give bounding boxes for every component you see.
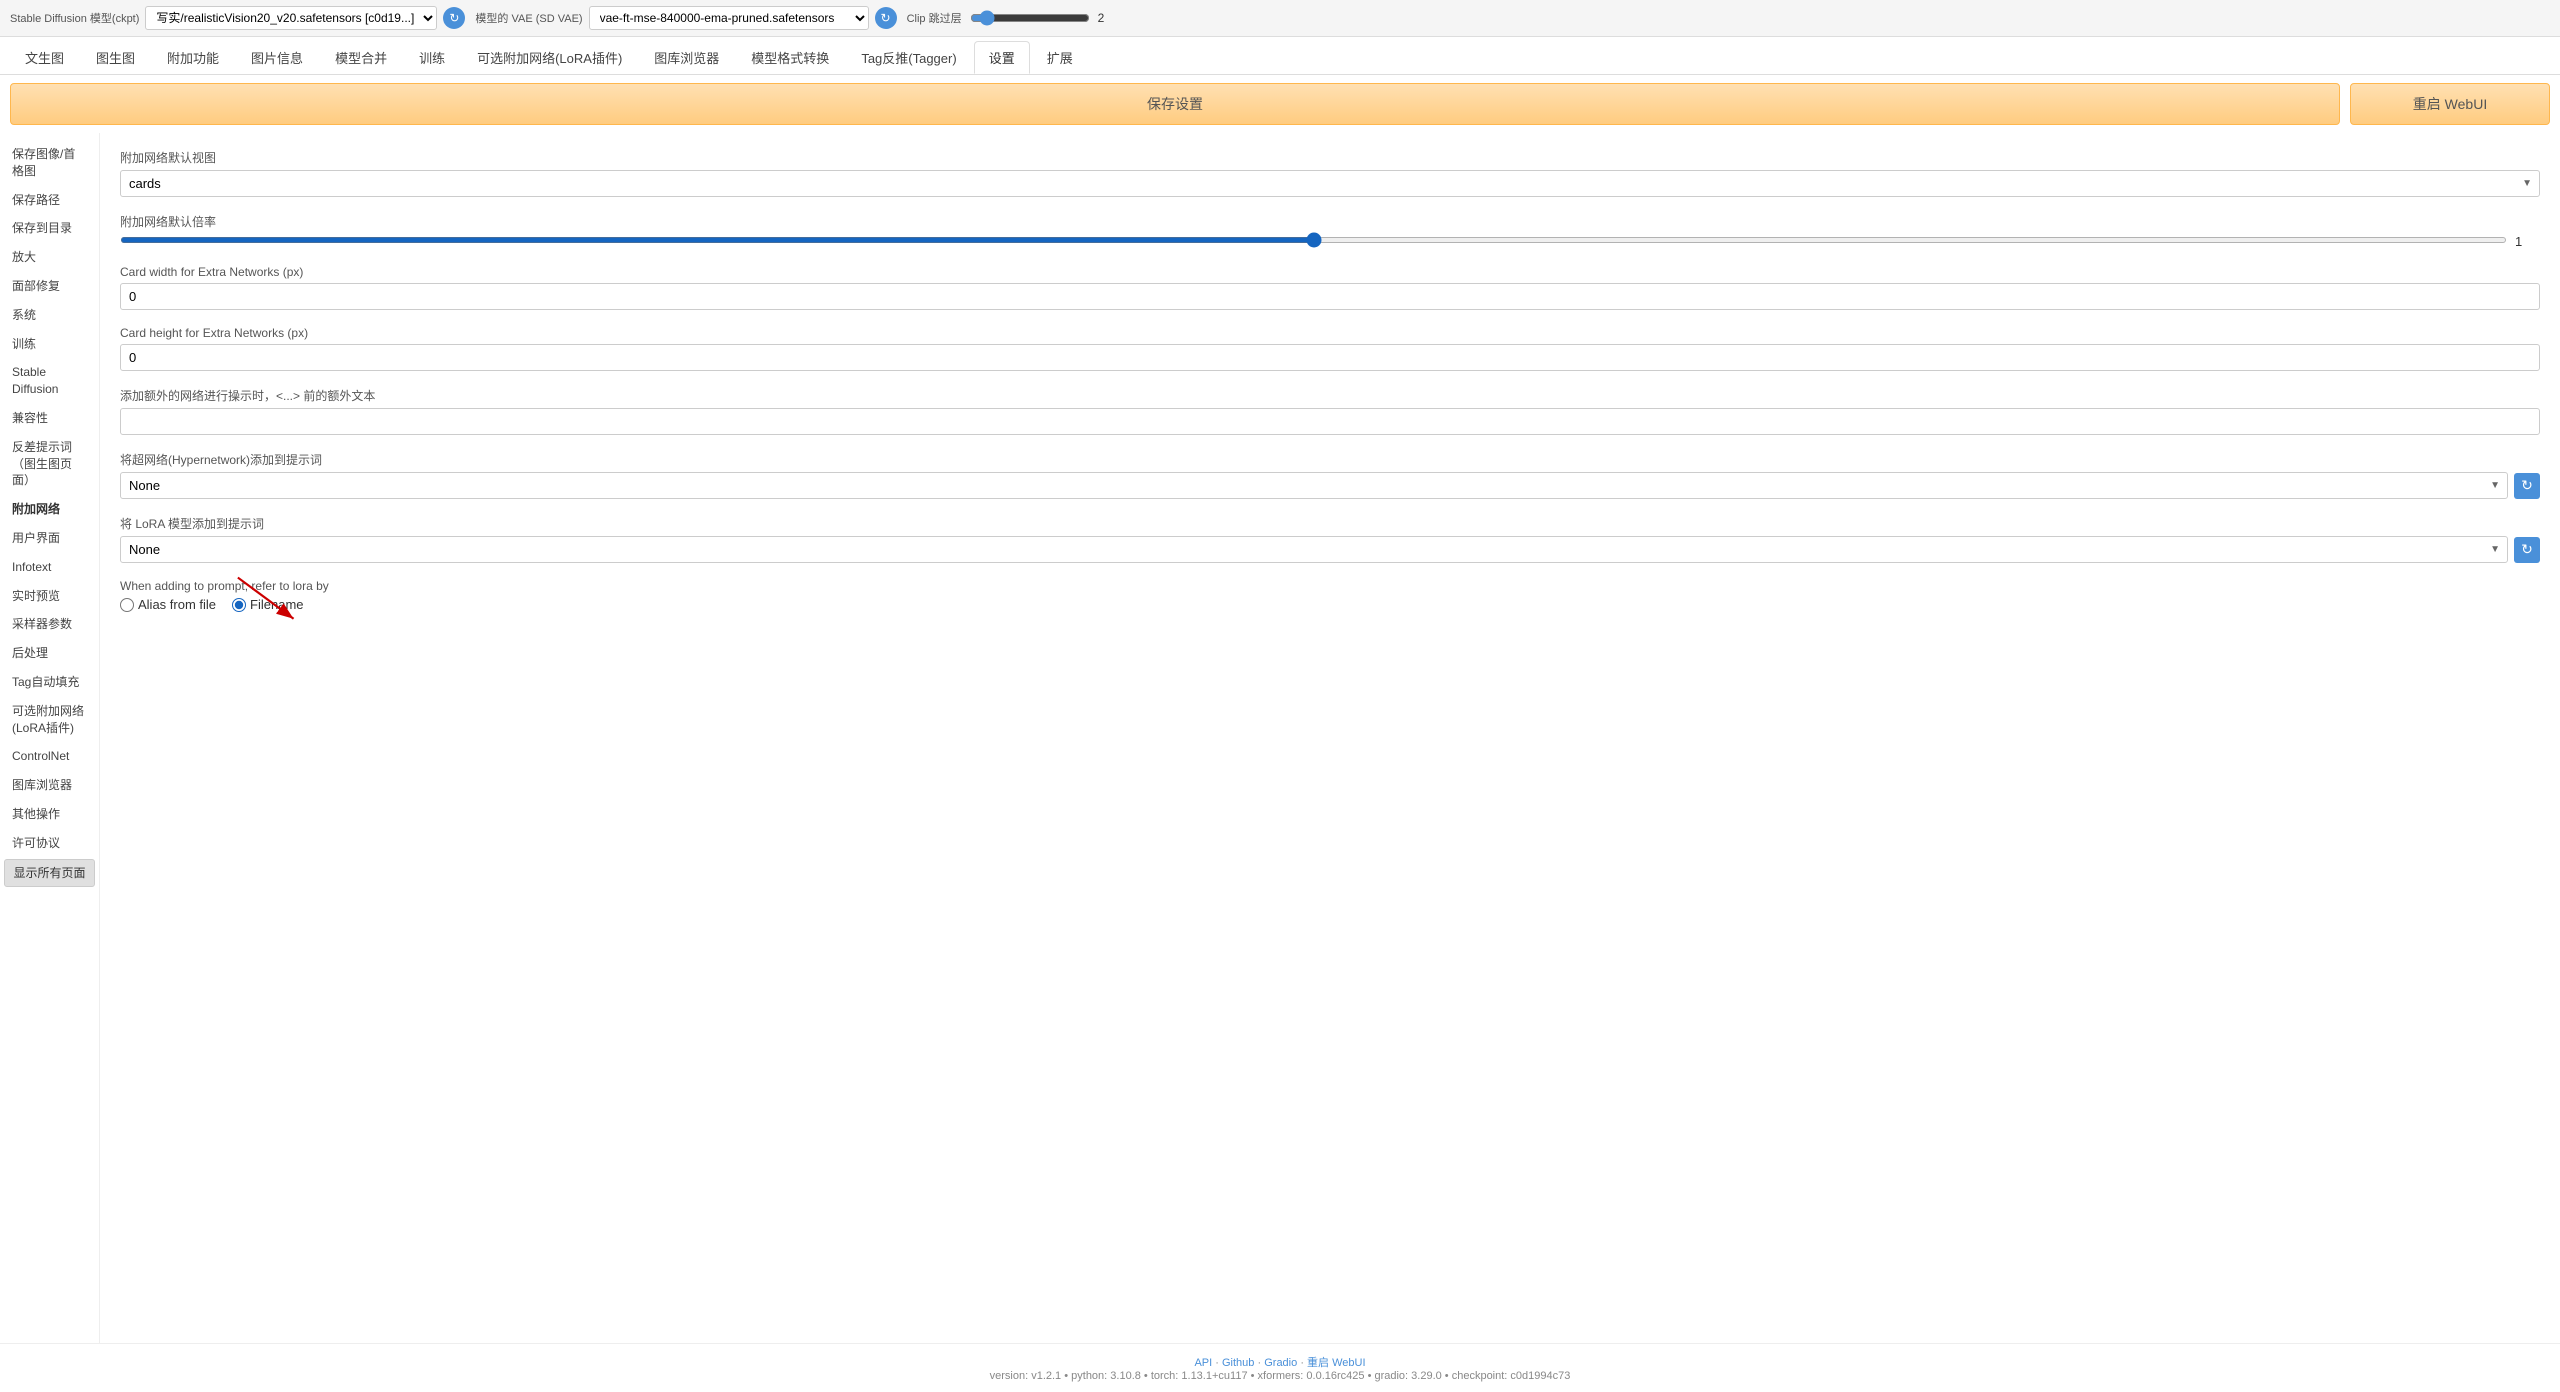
top-bar: Stable Diffusion 模型(ckpt) 写实/realisticVi… — [0, 0, 2560, 37]
card-width-input[interactable]: 0 — [120, 283, 2540, 310]
tab-lora[interactable]: 可选附加网络(LoRA插件) — [462, 41, 637, 74]
sd-model-refresh-btn[interactable]: ↻ — [443, 7, 465, 29]
multiplier-slider[interactable] — [120, 237, 2507, 243]
hypernetwork-refresh-btn[interactable]: ↻ — [2514, 473, 2540, 499]
sidebar-item-training[interactable]: 训练 — [4, 331, 95, 358]
radio-filename-label: Filename — [250, 597, 303, 612]
card-width-label: Card width for Extra Networks (px) — [120, 265, 2540, 279]
tab-train[interactable]: 训练 — [404, 41, 460, 74]
footer-gradio-link[interactable]: Gradio — [1264, 1357, 1297, 1369]
sidebar-item-negative-prompt[interactable]: 反差提示词（图生图页面） — [4, 434, 95, 494]
sidebar-item-live-preview[interactable]: 实时预览 — [4, 583, 95, 610]
tab-convert[interactable]: 模型格式转换 — [736, 41, 844, 74]
save-settings-button[interactable]: 保存设置 — [10, 83, 2340, 125]
sidebar-item-ui[interactable]: 用户界面 — [4, 525, 95, 552]
lora-refresh-btn[interactable]: ↻ — [2514, 537, 2540, 563]
radio-filename-input[interactable] — [232, 598, 246, 612]
sidebar-item-compatibility[interactable]: 兼容性 — [4, 405, 95, 432]
sd-model-select[interactable]: 写实/realisticVision20_v20.safetensors [c0… — [145, 6, 437, 30]
footer-links: API · Github · Gradio · 重启 WebUI — [10, 1354, 2550, 1370]
card-height-label: Card height for Extra Networks (px) — [120, 326, 2540, 340]
clip-slider[interactable] — [970, 10, 1090, 26]
card-height-input[interactable]: 0 — [120, 344, 2540, 371]
content-area: 附加网络默认视图 cards 附加网络默认倍率 1 Card width for… — [100, 133, 2560, 1343]
clip-label: Clip 跳过层 — [907, 10, 962, 26]
settings-group-lora: 将 LoRA 模型添加到提示词 None ↻ — [120, 515, 2540, 563]
tab-img2img[interactable]: 图生图 — [81, 41, 150, 74]
radio-alias-label: Alias from file — [138, 597, 216, 612]
sidebar-item-show-all[interactable]: 显示所有页面 — [4, 859, 95, 888]
radio-filename[interactable]: Filename — [232, 597, 303, 612]
settings-group-card-height: Card height for Extra Networks (px) 0 — [120, 326, 2540, 371]
hypernetwork-select[interactable]: None — [120, 472, 2508, 499]
sidebar-item-other-ops[interactable]: 其他操作 — [4, 801, 95, 828]
sidebar-item-infotext[interactable]: Infotext — [4, 554, 95, 581]
extra-text-label: 添加额外的网络进行操示时，<...> 前的额外文本 — [120, 387, 2540, 404]
footer-restart-link[interactable]: 重启 WebUI — [1307, 1357, 1365, 1369]
radio-group-refer-by: Alias from file Filename — [120, 597, 2540, 612]
settings-group-hypernetwork: 将超网络(Hypernetwork)添加到提示词 None ↻ — [120, 451, 2540, 499]
sidebar-item-controlnet[interactable]: ControlNet — [4, 743, 95, 770]
sidebar-item-extra-networks[interactable]: 附加网络 — [4, 496, 95, 523]
vae-refresh-btn[interactable]: ↻ — [875, 7, 897, 29]
lora-select[interactable]: None — [120, 536, 2508, 563]
multiplier-value: 1 — [2515, 234, 2540, 249]
tab-tagger[interactable]: Tag反推(Tagger) — [846, 41, 971, 74]
refer-by-label: When adding to prompt, refer to lora by — [120, 579, 2540, 593]
settings-group-multiplier: 附加网络默认倍率 1 — [120, 213, 2540, 249]
lora-label: 将 LoRA 模型添加到提示词 — [120, 515, 2540, 532]
tab-merge[interactable]: 模型合并 — [320, 41, 402, 74]
restart-webui-button[interactable]: 重启 WebUI — [2350, 83, 2550, 125]
default-view-label: 附加网络默认视图 — [120, 149, 2540, 166]
vae-select[interactable]: vae-ft-mse-840000-ema-pruned.safetensors — [589, 6, 869, 30]
footer: API · Github · Gradio · 重启 WebUI version… — [0, 1343, 2560, 1392]
sidebar-item-sampler-params[interactable]: 采样器参数 — [4, 611, 95, 638]
tab-extensions[interactable]: 扩展 — [1032, 41, 1088, 74]
footer-version-info: version: v1.2.1 • python: 3.10.8 • torch… — [10, 1370, 2550, 1382]
main-layout: 保存图像/首格图 保存路径 保存到目录 放大 面部修复 系统 训练 Stable… — [0, 133, 2560, 1343]
sidebar-item-save-image[interactable]: 保存图像/首格图 — [4, 141, 95, 185]
sidebar-item-gallery-browser[interactable]: 图库浏览器 — [4, 772, 95, 799]
sidebar-item-lora-plugin[interactable]: 可选附加网络(LoRA插件) — [4, 698, 95, 742]
vae-section: 模型的 VAE (SD VAE) vae-ft-mse-840000-ema-p… — [475, 6, 896, 30]
tab-gallery[interactable]: 图库浏览器 — [639, 41, 734, 74]
clip-value: 2 — [1098, 11, 1105, 25]
sidebar-item-face-restore[interactable]: 面部修复 — [4, 273, 95, 300]
sidebar-item-save-to-dir[interactable]: 保存到目录 — [4, 215, 95, 242]
radio-alias-from-file[interactable]: Alias from file — [120, 597, 216, 612]
sidebar-item-system[interactable]: 系统 — [4, 302, 95, 329]
nav-tabs: 文生图 图生图 附加功能 图片信息 模型合并 训练 可选附加网络(LoRA插件)… — [0, 37, 2560, 75]
sidebar: 保存图像/首格图 保存路径 保存到目录 放大 面部修复 系统 训练 Stable… — [0, 133, 100, 1343]
multiplier-label: 附加网络默认倍率 — [120, 213, 2540, 230]
tab-pnginfo[interactable]: 图片信息 — [236, 41, 318, 74]
settings-group-card-width: Card width for Extra Networks (px) 0 — [120, 265, 2540, 310]
extra-text-input[interactable] — [120, 408, 2540, 435]
clip-section: Clip 跳过层 2 — [907, 10, 1105, 26]
settings-group-extra-text: 添加额外的网络进行操示时，<...> 前的额外文本 — [120, 387, 2540, 435]
default-view-select[interactable]: cards — [120, 170, 2540, 197]
tab-settings[interactable]: 设置 — [974, 41, 1030, 74]
settings-group-refer-by: When adding to prompt, refer to lora by … — [120, 579, 2540, 612]
sidebar-item-license[interactable]: 许可协议 — [4, 830, 95, 857]
radio-alias-input[interactable] — [120, 598, 134, 612]
action-bar: 保存设置 重启 WebUI — [0, 75, 2560, 133]
vae-label: 模型的 VAE (SD VAE) — [475, 10, 582, 26]
settings-group-default-view: 附加网络默认视图 cards — [120, 149, 2540, 197]
sidebar-item-upscale[interactable]: 放大 — [4, 244, 95, 271]
footer-api-link[interactable]: API — [1194, 1357, 1212, 1369]
tab-extras[interactable]: 附加功能 — [152, 41, 234, 74]
default-view-select-wrapper: cards — [120, 170, 2540, 197]
footer-github-link[interactable]: Github — [1222, 1357, 1254, 1369]
sd-model-label: Stable Diffusion 模型(ckpt) — [10, 10, 139, 26]
sd-model-section: Stable Diffusion 模型(ckpt) 写实/realisticVi… — [10, 6, 465, 30]
sidebar-item-postprocessing[interactable]: 后处理 — [4, 640, 95, 667]
sidebar-item-tag-autocomplete[interactable]: Tag自动填充 — [4, 669, 95, 696]
tab-txt2img[interactable]: 文生图 — [10, 41, 79, 74]
sidebar-item-save-path[interactable]: 保存路径 — [4, 187, 95, 214]
sidebar-item-stable-diffusion[interactable]: Stable Diffusion — [4, 359, 95, 403]
hypernetwork-label: 将超网络(Hypernetwork)添加到提示词 — [120, 451, 2540, 468]
